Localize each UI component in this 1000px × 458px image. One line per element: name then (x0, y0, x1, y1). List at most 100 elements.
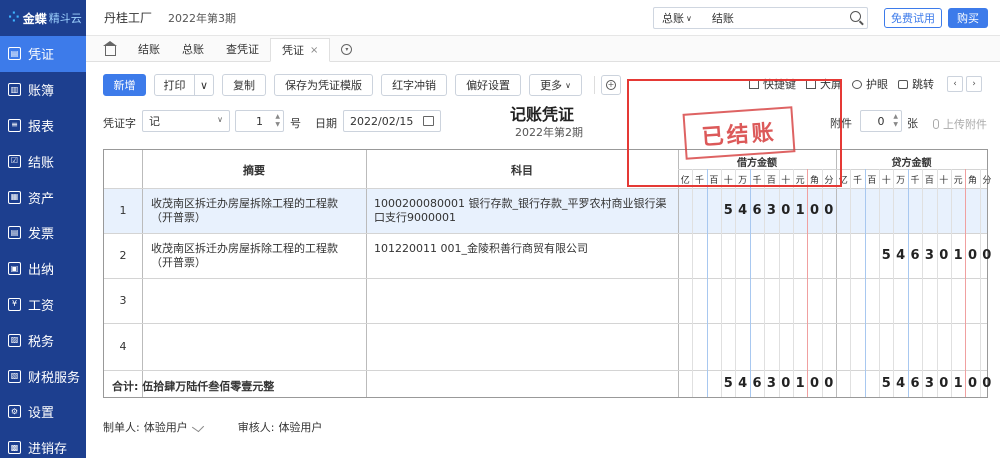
grid-line (936, 169, 938, 397)
sidebar-item-label: 资产 (28, 191, 55, 207)
jump-button[interactable]: 跳转 (898, 76, 934, 92)
amount-digit: 0 (982, 376, 992, 391)
amount-digit: 0 (982, 247, 992, 263)
logo-icon: ⁘ (8, 10, 20, 26)
buy-button[interactable]: 购买 (948, 8, 988, 28)
voucher-word-select[interactable]: 记 ∨ (142, 110, 230, 132)
main-area: 丹桂工厂 2022年第3期 总账∨ 免费试用 购买 结账 总账 查凭证 凭证 × ▾ 新… (86, 0, 1000, 458)
search-input[interactable] (711, 11, 842, 25)
sidebar-item-asset[interactable]: ▦ 资产 (0, 179, 86, 215)
copy-button[interactable]: 复制 (222, 74, 267, 96)
print-button[interactable]: 打印 (154, 74, 195, 96)
prev-voucher-button[interactable]: ‹ (947, 76, 963, 92)
amount-digit: 5 (881, 247, 891, 263)
pencil-icon[interactable] (191, 421, 204, 433)
amount-digit: 0 (781, 202, 791, 218)
inventory-icon: ▩ (8, 441, 21, 455)
close-icon[interactable]: × (310, 45, 318, 56)
jump-icon (898, 79, 908, 89)
number-unit-label: 号 (290, 117, 301, 130)
voucher-number-input[interactable]: 1 ▲ ▼ (235, 110, 284, 132)
eye-care-button[interactable]: 护眼 (852, 76, 888, 92)
chevron-down-icon: ∨ (565, 80, 571, 90)
grid-line (979, 169, 981, 397)
digit-label: 角 (967, 176, 977, 186)
amount-digit: 0 (967, 247, 977, 263)
tab-4[interactable]: 凭证 × (270, 38, 331, 62)
save-template-button[interactable]: 保存为凭证模版 (274, 74, 374, 96)
preferences-button[interactable]: 偏好设置 (455, 74, 522, 96)
amount-digit: 6 (752, 376, 762, 391)
tab-home[interactable] (94, 37, 127, 61)
salary-icon: ¥ (8, 297, 21, 311)
amount-digit: 6 (910, 376, 920, 391)
amount-digit: 1 (795, 376, 805, 391)
attachment-count-input[interactable]: 0 ▲ ▼ (860, 110, 902, 132)
sidebar-item-close-account[interactable]: ☑ 结账 (0, 143, 86, 179)
account-cell[interactable]: 1000200080001 银行存款_银行存款_平罗农村商业银行渠口支行9000… (374, 197, 670, 225)
sidebar-item-inventory[interactable]: ▩ 进销存 (0, 430, 86, 458)
voucher-title: 记账凭证 (510, 105, 575, 124)
sidebar-item-settings[interactable]: ⚙ 设置 (0, 394, 86, 430)
sidebar-item-voucher[interactable]: ▤ 凭证 (0, 36, 86, 72)
grid-line (922, 169, 924, 397)
sidebar-item-service[interactable]: ▧ 财税服务 (0, 358, 86, 394)
tax-icon: ▨ (8, 333, 21, 347)
amount-digit: 4 (738, 202, 748, 218)
amount-digit: 0 (939, 247, 949, 263)
sidebar-item-invoice[interactable]: ▤ 发票 (0, 215, 86, 251)
sidebar-item-label: 工资 (28, 298, 55, 314)
search-icon[interactable] (850, 11, 861, 22)
company-name[interactable]: 丹桂工厂 (104, 9, 152, 26)
attachment-unit-label: 张 (907, 117, 918, 130)
voucher-word-label: 凭证字 (103, 117, 136, 130)
new-button[interactable]: 新增 (103, 74, 146, 96)
amount-digit: 4 (896, 376, 906, 391)
sidebar-item-tax[interactable]: ▨ 税务 (0, 322, 86, 358)
sidebar-item-label: 账簿 (28, 84, 55, 100)
tab-3[interactable]: 查凭证 (215, 37, 270, 61)
sidebar-item-salary[interactable]: ¥ 工资 (0, 287, 86, 323)
spinner-icon[interactable]: ▲ ▼ (893, 113, 898, 129)
tab-1[interactable]: 结账 (127, 37, 171, 61)
search-type-select[interactable]: 总账 ∨ (654, 10, 700, 26)
settings-icon: ⚙ (8, 405, 21, 419)
tab-bar: 结账 总账 查凭证 凭证 × ▾ (86, 36, 1000, 62)
top-bar: 丹桂工厂 2022年第3期 总账∨ 免费试用 购买 (86, 0, 1000, 36)
sidebar-item-label: 结账 (28, 155, 55, 171)
sidebar-item-cashier[interactable]: ▣ 出纳 (0, 251, 86, 287)
closed-stamp: 已结账 (682, 106, 796, 160)
grid-line (864, 169, 866, 397)
grid-line (950, 169, 952, 397)
sidebar-item-book[interactable]: ▥ 账簿 (0, 72, 86, 108)
more-button[interactable]: 更多 ∨ (529, 74, 582, 96)
summary-cell[interactable]: 收茂南区拆迁办房屋拆除工程的工程款（开普票） (151, 242, 357, 270)
voucher-period: 2022年第2期 (515, 126, 583, 139)
spinner-icon[interactable]: ▲ ▼ (275, 113, 280, 129)
free-trial-button[interactable]: 免费试用 (884, 8, 942, 28)
summary-cell[interactable]: 收茂南区拆迁办房屋拆除工程的工程款（开普票） (151, 197, 357, 225)
grid-line (104, 233, 987, 234)
upload-attachment-button[interactable]: 上传附件 (933, 116, 987, 132)
reviewer-name: 体验用户 (278, 421, 323, 434)
add-circle-button[interactable]: + (600, 75, 621, 95)
maker-name: 体验用户 (143, 421, 188, 434)
row-number: 2 (119, 248, 127, 262)
tab-list-button[interactable]: ▾ (330, 37, 363, 61)
date-picker[interactable]: 2022/02/15 (343, 110, 441, 132)
next-voucher-button[interactable]: › (966, 76, 982, 92)
amount-digit: 6 (752, 202, 762, 218)
amount-digit: 6 (910, 247, 920, 263)
print-dropdown-button[interactable]: ∨ (195, 74, 215, 96)
amount-digit: 5 (723, 202, 733, 218)
sidebar-item-report[interactable]: ≡ 报表 (0, 108, 86, 144)
red-reverse-button[interactable]: 红字冲销 (381, 74, 448, 96)
account-cell[interactable]: 101220011 001_金陵积善行商贸有限公司 (374, 242, 670, 256)
reviewer-label: 审核人: (237, 421, 275, 434)
tab-label: 凭证 (282, 44, 304, 57)
sidebar-item-label: 财税服务 (28, 370, 81, 386)
credit-header: 贷方金额 (891, 158, 932, 169)
digit-label: 百 (924, 176, 934, 186)
grid-line (104, 188, 987, 189)
tab-2[interactable]: 总账 (171, 37, 215, 61)
